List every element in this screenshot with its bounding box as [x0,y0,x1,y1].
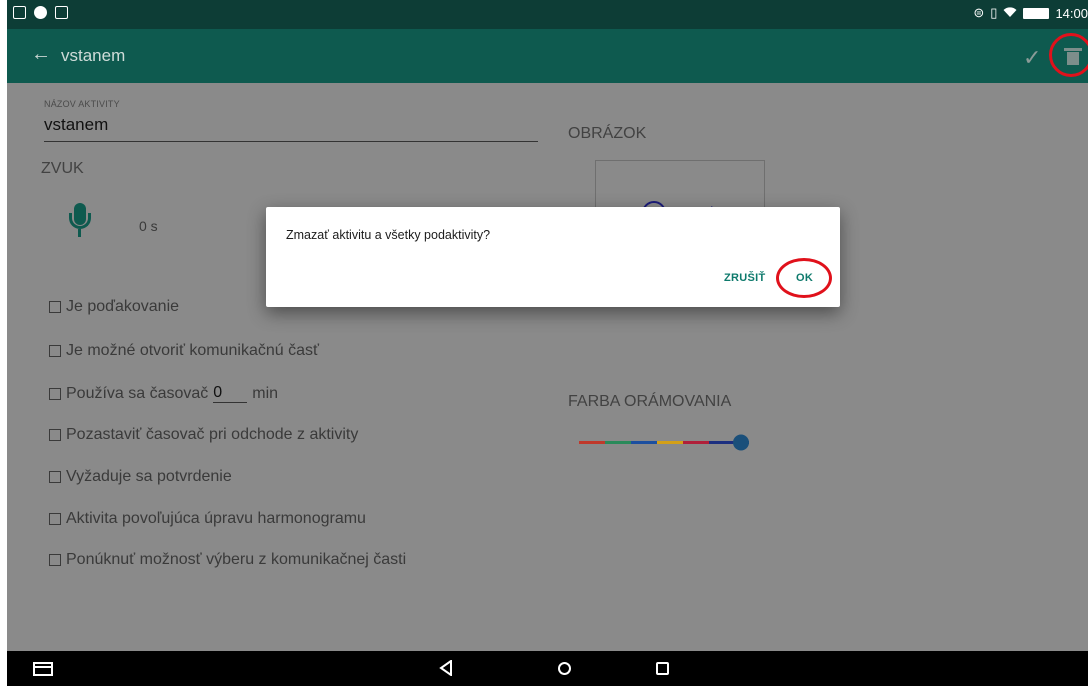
nav-recents-icon[interactable] [656,662,669,675]
checkbox-label: Používa sa časovač [66,384,209,402]
activity-form: NÁZOV AKTIVITY vstanem ZVUK 0 s Je poďak… [7,83,1088,651]
gallery-notification-icon [13,6,26,19]
picture-heading: OBRÁZOK [568,125,647,142]
checkbox-box[interactable] [49,513,61,525]
checkbox-box[interactable] [49,387,61,400]
ok-highlight-circle [776,258,832,298]
system-icons: ⊜ ▯ 14:00 [973,5,1088,21]
checkbox-pause-timer[interactable]: Pozastaviť časovač pri odchode z aktivit… [49,426,358,444]
sound-heading: ZVUK [41,160,84,177]
battery-icon [1023,7,1050,19]
tablet-screen: ⊜ ▯ 14:00 ← vstanem ✓ NÁZOV AKTIVITY vst… [7,0,1088,686]
status-bar: ⊜ ▯ 14:00 [7,0,1088,29]
checkbox-box[interactable] [49,301,61,313]
app-bar-title: vstanem [61,46,126,65]
vibrate-icon: ▯ [990,5,998,20]
border-color-heading: FARBA ORÁMOVANIA [568,393,732,410]
status-time: 14:00 [1055,5,1088,21]
track-segment-green [605,441,631,444]
delete-highlight-circle [1049,33,1088,77]
activity-name-label: NÁZOV AKTIVITY [44,99,120,109]
checkbox-box[interactable] [49,554,61,566]
nfc-icon: ⊜ [973,5,985,20]
system-nav-bar [7,651,1088,686]
slider-thumb[interactable] [733,434,749,451]
check-icon[interactable]: ✓ [1023,45,1041,71]
browser-notification-icon [34,6,47,19]
photo-notification-icon [55,6,68,19]
nav-back-icon[interactable] [439,660,453,676]
cancel-button[interactable]: ZRUŠIŤ [724,272,766,284]
notification-icons [13,6,68,19]
activity-name-input[interactable]: vstanem [44,115,108,135]
border-color-slider[interactable] [579,433,757,453]
checkbox-thanks[interactable]: Je poďakovanie [49,298,179,316]
arrow-back-icon[interactable]: ← [31,43,51,66]
track-segment-red [579,441,605,444]
checkbox-label: Aktivita povoľujúca úpravu harmonogramu [66,510,366,527]
timer-unit: min [252,384,279,402]
checkbox-open-communication[interactable]: Je možné otvoriť komunikačnú časť [49,342,319,360]
checkbox-timer[interactable]: Používa sa časovač 0 min [49,384,278,403]
track-segment-blue [631,441,657,444]
checkbox-label: Pozastaviť časovač pri odchode z aktivit… [66,426,359,443]
checkbox-box[interactable] [49,429,61,441]
timer-value-input[interactable]: 0 [213,384,248,403]
checkbox-box[interactable] [49,471,61,483]
wifi-icon [1003,6,1017,21]
microphone-icon[interactable] [67,203,93,243]
checkbox-confirmation[interactable]: Vyžaduje sa potvrdenie [49,468,232,486]
checkbox-schedule-edit[interactable]: Aktivita povoľujúca úpravu harmonogramu [49,510,366,528]
track-segment-yellow [657,441,683,444]
multiwindow-icon[interactable] [33,662,53,676]
track-segment-crimson [683,441,709,444]
checkbox-label: Vyžaduje sa potvrdenie [66,468,232,485]
checkbox-label: Je poďakovanie [66,298,180,315]
activity-name-underline [44,141,538,142]
confirm-delete-dialog: Zmazať aktivitu a všetky podaktivity? ZR… [266,207,840,307]
sound-duration: 0 s [139,218,158,234]
checkbox-offer-choice[interactable]: Ponúknuť možnosť výberu z komunikačnej č… [49,551,406,569]
checkbox-label: Ponúknuť možnosť výberu z komunikačnej č… [66,551,407,568]
slider-track [579,434,749,451]
app-bar: ← vstanem ✓ [7,29,1088,83]
checkbox-label: Je možné otvoriť komunikačnú časť [66,342,319,359]
nav-home-icon[interactable] [558,662,571,675]
checkbox-box[interactable] [49,345,61,357]
dialog-message: Zmazať aktivitu a všetky podaktivity? [286,228,491,242]
